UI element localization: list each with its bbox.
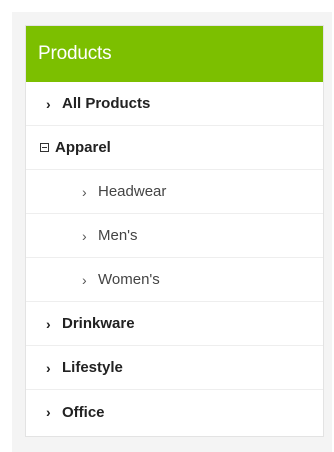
chevron-right-icon: › xyxy=(46,359,51,376)
category-label: Office xyxy=(62,403,105,421)
category-widget: Products › All Products Apparel › Headwe… xyxy=(12,12,332,452)
minus-square-icon[interactable] xyxy=(40,143,49,152)
category-menu: › All Products Apparel › Headwear › Men'… xyxy=(26,82,323,434)
category-item-apparel[interactable]: Apparel xyxy=(26,126,323,170)
category-item-drinkware[interactable]: › Drinkware xyxy=(26,302,323,346)
category-item-all-products[interactable]: › All Products xyxy=(26,82,323,126)
category-label: Lifestyle xyxy=(62,359,123,376)
category-label: Apparel xyxy=(55,139,111,156)
category-label: All Products xyxy=(62,95,151,112)
category-item-lifestyle[interactable]: › Lifestyle xyxy=(26,346,323,390)
category-label: Drinkware xyxy=(62,315,135,332)
subcategory-label: Men's xyxy=(98,227,138,244)
chevron-right-icon: › xyxy=(82,183,87,200)
chevron-right-icon: › xyxy=(82,271,87,288)
chevron-right-icon: › xyxy=(46,315,51,332)
chevron-right-icon: › xyxy=(46,95,51,112)
subcategory-item-headwear[interactable]: › Headwear xyxy=(26,170,323,214)
subcategory-item-womens[interactable]: › Women's xyxy=(26,258,323,302)
subcategory-label: Headwear xyxy=(98,183,167,200)
subcategory-item-mens[interactable]: › Men's xyxy=(26,214,323,258)
category-item-office[interactable]: › Office xyxy=(26,390,323,434)
products-panel: Products › All Products Apparel › Headwe… xyxy=(25,25,324,437)
panel-title: Products xyxy=(26,26,323,82)
chevron-right-icon: › xyxy=(46,404,51,420)
subcategory-label: Women's xyxy=(98,271,160,288)
chevron-right-icon: › xyxy=(82,227,87,244)
